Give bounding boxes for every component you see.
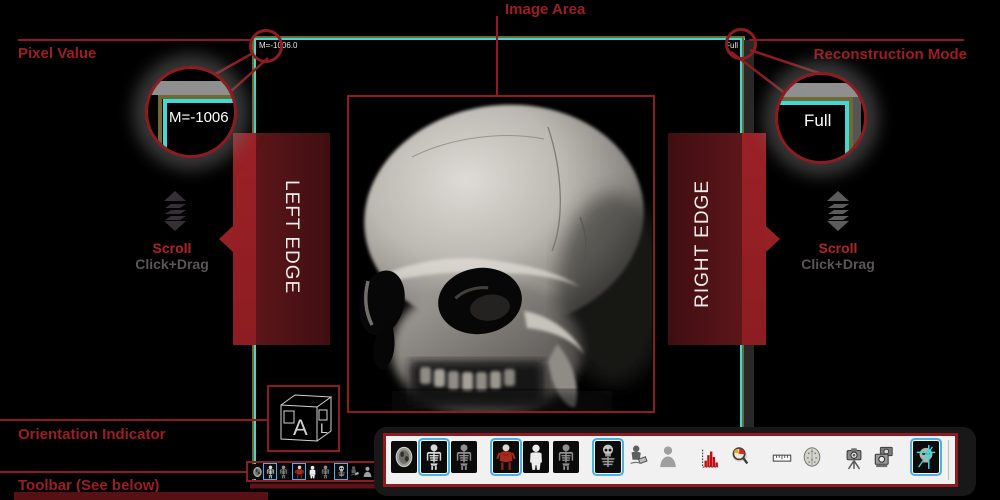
toolbar-scroll-divider xyxy=(948,440,949,480)
toolbar-line xyxy=(0,471,246,473)
magnified-cyan-border-v xyxy=(163,99,167,149)
toolbar-icon-vr-muscle[interactable] xyxy=(493,441,519,473)
viewport-border-top-cyan xyxy=(252,38,745,40)
scroll-label-left: Scroll xyxy=(142,240,202,256)
pixel-value-magnifier: M=-1006 xyxy=(145,66,237,158)
magnified-scrollbar xyxy=(853,97,861,155)
toolbar-icon-snapshot-camera[interactable] xyxy=(841,441,867,473)
reconstruction-mode-magnifier: Full xyxy=(775,72,867,164)
annotated-screenshot: M=-1006.0 Full xyxy=(0,0,1000,500)
toolbar-icon-sculpt-tool[interactable] xyxy=(625,441,651,473)
toolbar-icon-vr-skeleton[interactable] xyxy=(421,441,447,473)
image-area-label: Image Area xyxy=(505,1,585,18)
left-edge-label: LEFT EDGE xyxy=(280,180,302,294)
pixel-value-magnified-text: M=-1006 xyxy=(169,109,229,126)
toolbar-icon-vr-skeleton-alt[interactable] xyxy=(553,441,579,473)
orientation-indicator-line xyxy=(0,419,267,421)
click-drag-label-right: Click+Drag xyxy=(788,256,888,272)
image-area-pointer-line xyxy=(496,16,498,95)
pixel-value-line xyxy=(18,39,251,41)
left-edge-banner-outer xyxy=(233,133,256,345)
toolbar-icon-person-silhouette[interactable] xyxy=(655,441,681,473)
scroll-stack-icon xyxy=(156,190,194,237)
right-edge-arrow xyxy=(766,226,780,252)
orientation-indicator-label: Orientation Indicator xyxy=(18,426,166,443)
left-edge-banner: LEFT EDGE xyxy=(256,133,330,345)
magnified-cyan-border xyxy=(778,101,849,105)
right-edge-label: RIGHT EDGE xyxy=(692,180,714,308)
toolbar-icon-vr-skeleton-dim[interactable] xyxy=(451,441,477,473)
reconstruction-mode-line xyxy=(749,39,964,41)
magnified-gray-band xyxy=(778,83,864,97)
pixel-value-ring xyxy=(249,29,283,63)
right-edge-banner: RIGHT EDGE xyxy=(668,133,742,345)
toolbar-icon-axial-slice[interactable] xyxy=(391,441,417,473)
toolbar-icon-brain-slice[interactable] xyxy=(799,441,825,473)
scroll-stack-icon xyxy=(819,190,857,237)
reconstruction-mode-ring xyxy=(725,28,757,60)
toolbar-icon-preset-magnifier[interactable] xyxy=(727,441,753,473)
toolbar-icon-vr-skull-torso[interactable] xyxy=(595,441,621,473)
click-drag-label-left: Click+Drag xyxy=(122,256,222,272)
reconstruction-mode-label: Reconstruction Mode xyxy=(814,46,967,63)
toolbar-icon-movie-cameras[interactable] xyxy=(871,441,897,473)
reconstruction-mode-magnified-text: Full xyxy=(804,111,831,131)
magnified-cyan-border xyxy=(163,99,234,103)
magnified-olive-border-v xyxy=(158,95,162,151)
image-area-box xyxy=(347,95,655,413)
left-edge-arrow xyxy=(219,226,233,252)
toolbar-icon-ruler[interactable] xyxy=(769,441,795,473)
orientation-cube-box xyxy=(267,385,340,452)
toolbar-icon-vr-body[interactable] xyxy=(523,441,549,473)
toolbar-magnified-icons xyxy=(391,440,939,474)
bottom-crop-bar xyxy=(14,492,268,500)
magnified-gray-band xyxy=(148,81,234,95)
scroll-label-right: Scroll xyxy=(808,240,868,256)
right-edge-banner-outer xyxy=(742,133,766,345)
toolbar-icon-histogram[interactable] xyxy=(697,441,723,473)
toolbar-icon-localizer-skull[interactable] xyxy=(913,441,939,473)
pixel-value-label: Pixel Value xyxy=(18,45,96,62)
